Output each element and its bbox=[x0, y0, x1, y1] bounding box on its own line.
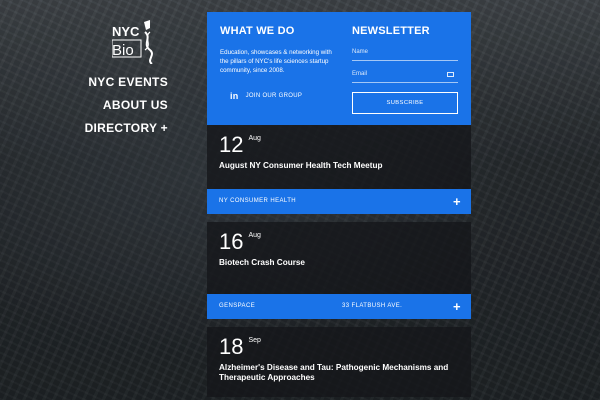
logo-text-nyc: NYC bbox=[112, 24, 140, 39]
name-placeholder: Name bbox=[352, 49, 369, 55]
event-title[interactable]: August NY Consumer Health Tech Meetup bbox=[219, 161, 459, 171]
join-group-label: JOIN OUR GROUP bbox=[245, 93, 303, 99]
event-host-bar[interactable]: NY CONSUMER HEALTH + bbox=[207, 189, 471, 214]
nav-about-us[interactable]: ABOUT US bbox=[0, 99, 168, 111]
event-month: Aug bbox=[248, 232, 261, 239]
main-nav: NYC EVENTS ABOUT US DIRECTORY + bbox=[0, 76, 168, 145]
subscribe-button[interactable]: SUBSCRIBE bbox=[352, 92, 458, 114]
newsletter-section: NEWSLETTER Name Email SUBSCRIBE bbox=[352, 25, 458, 114]
content-column: WHAT WE DO Education, showcases & networ… bbox=[207, 12, 471, 397]
name-field[interactable]: Name bbox=[352, 49, 458, 61]
email-field[interactable]: Email bbox=[352, 71, 458, 83]
event-date: 18 Sep bbox=[219, 327, 459, 358]
nycbio-logo[interactable]: NYC Bio bbox=[111, 20, 158, 65]
event-day: 16 bbox=[219, 229, 244, 254]
nav-nyc-events[interactable]: NYC EVENTS bbox=[0, 76, 168, 88]
event-title[interactable]: Biotech Crash Course bbox=[219, 258, 459, 268]
event-card[interactable]: 16 Aug Biotech Crash Course bbox=[207, 222, 471, 294]
what-we-do-heading: WHAT WE DO bbox=[220, 25, 295, 37]
expand-plus-icon[interactable]: + bbox=[453, 294, 461, 319]
expand-plus-icon[interactable]: + bbox=[453, 189, 461, 214]
event-host-bar[interactable]: GENSPACE 33 FLATBUSH AVE. + bbox=[207, 294, 471, 319]
event-day: 12 bbox=[219, 132, 244, 157]
event-day: 18 bbox=[219, 334, 244, 359]
event-date: 16 Aug bbox=[219, 222, 459, 253]
event-card[interactable]: 18 Sep Alzheimer's Disease and Tau: Path… bbox=[207, 327, 471, 397]
newsletter-heading: NEWSLETTER bbox=[352, 25, 430, 37]
mail-icon bbox=[447, 72, 454, 77]
logo-text-bio: Bio bbox=[112, 42, 134, 59]
what-we-do-description: Education, showcases & networking with t… bbox=[220, 49, 332, 74]
event-card[interactable]: 12 Aug August NY Consumer Health Tech Me… bbox=[207, 125, 471, 189]
event-host: NY CONSUMER HEALTH bbox=[219, 198, 296, 204]
event-month: Sep bbox=[248, 337, 261, 344]
event-host: GENSPACE bbox=[219, 303, 256, 309]
event-title[interactable]: Alzheimer's Disease and Tau: Pathogenic … bbox=[219, 363, 459, 383]
what-we-do-section: WHAT WE DO Education, showcases & networ… bbox=[220, 25, 338, 101]
info-panel: WHAT WE DO Education, showcases & networ… bbox=[207, 12, 471, 125]
event-date: 12 Aug bbox=[219, 125, 459, 156]
join-group-link[interactable]: in JOIN OUR GROUP bbox=[230, 91, 338, 101]
nycbio-logo-mark: NYC Bio bbox=[111, 20, 153, 65]
email-placeholder: Email bbox=[352, 71, 368, 77]
event-month: Aug bbox=[248, 135, 261, 142]
event-location: 33 FLATBUSH AVE. bbox=[342, 303, 403, 309]
linkedin-icon: in bbox=[230, 91, 239, 101]
nav-directory[interactable]: DIRECTORY + bbox=[0, 122, 168, 134]
